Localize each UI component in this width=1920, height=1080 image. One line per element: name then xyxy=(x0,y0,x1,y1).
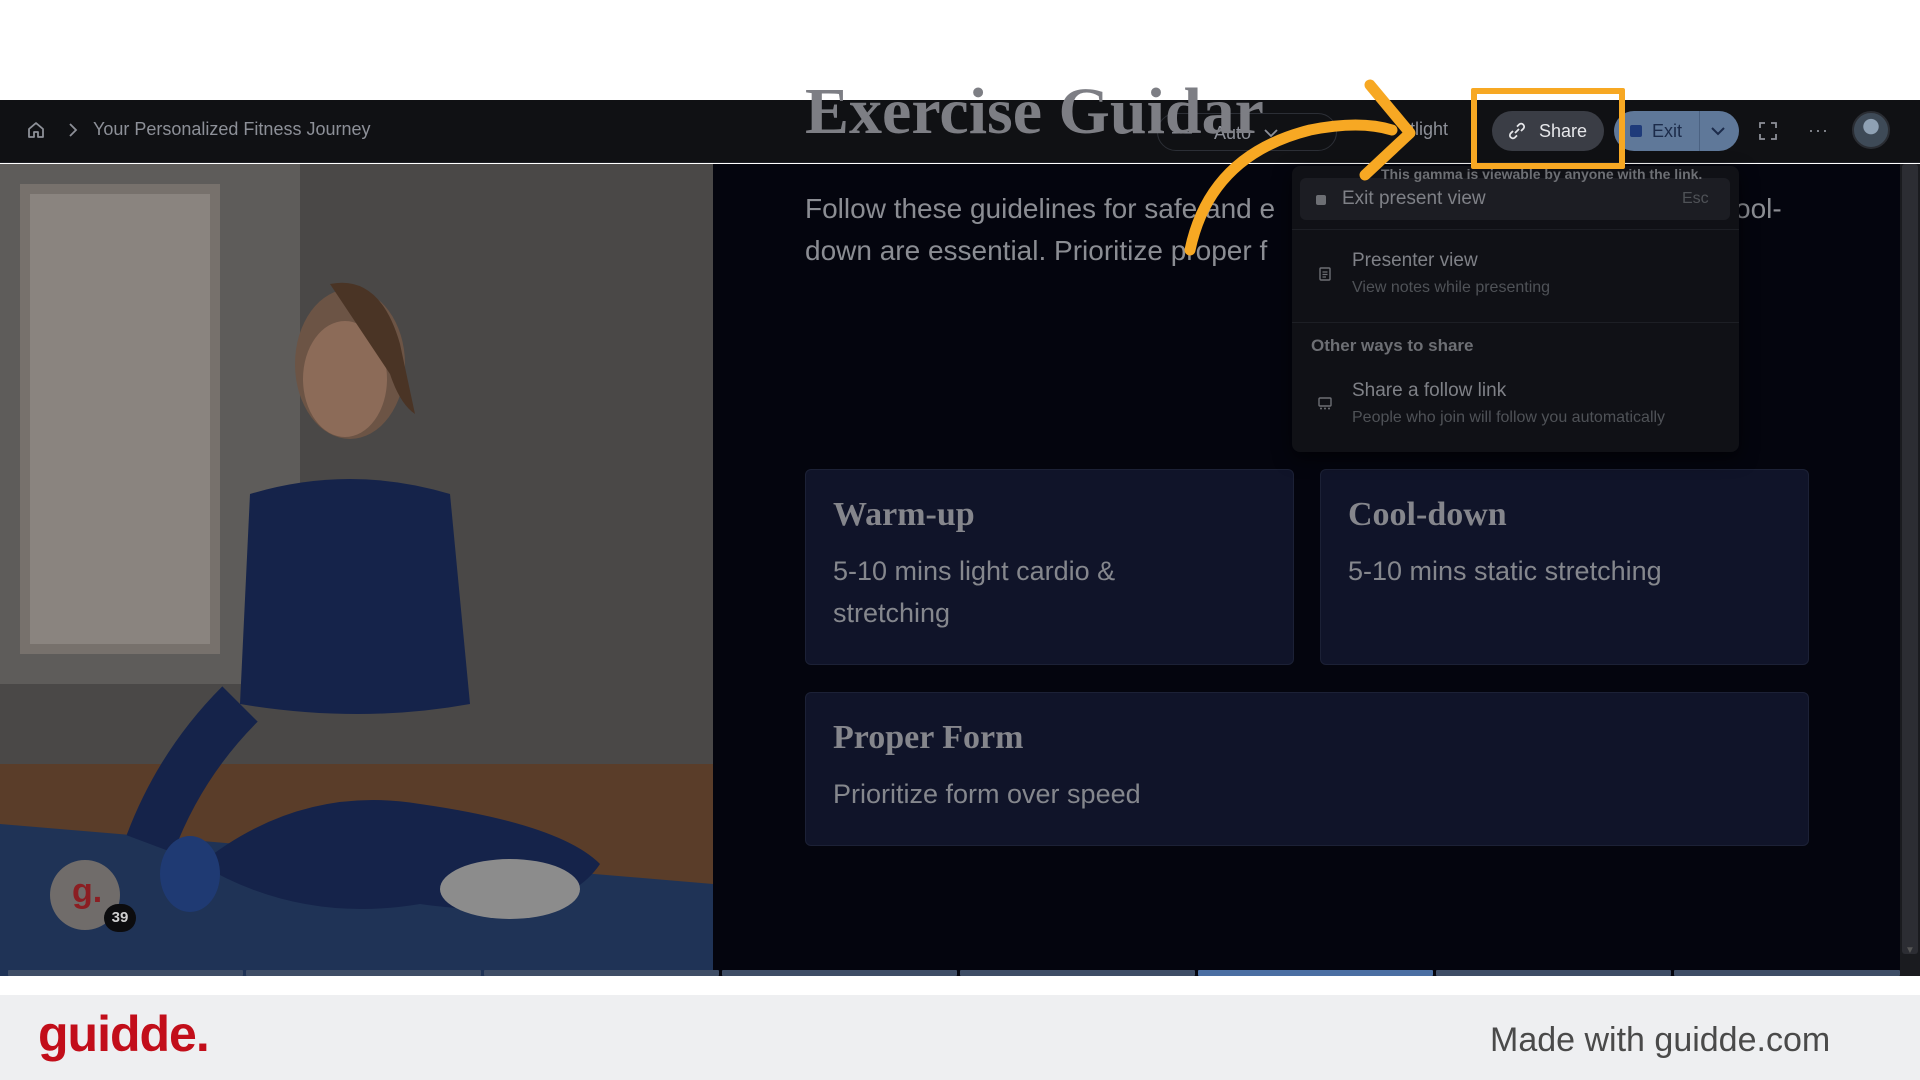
button-divider xyxy=(1699,111,1700,151)
share-highlight-box xyxy=(1471,88,1625,169)
menu-item-subtitle: People who join will follow you automati… xyxy=(1352,409,1666,426)
progress-segment[interactable] xyxy=(484,970,719,976)
chevron-down-icon[interactable] xyxy=(1709,122,1727,140)
more-icon[interactable]: ··· xyxy=(1808,120,1832,140)
card-body: 5-10 mins static stretching xyxy=(1348,556,1662,586)
step-count-badge: 39 xyxy=(104,904,136,932)
progress-segment[interactable] xyxy=(1436,970,1671,976)
made-with-label: Made with guidde.com xyxy=(1490,1021,1831,1059)
intro-line-1-tail: ool- xyxy=(1735,193,1782,224)
home-icon[interactable] xyxy=(26,120,46,140)
exit-button[interactable]: Exit xyxy=(1614,111,1739,151)
pointer-arrow-icon xyxy=(1184,79,1416,256)
fullscreen-icon[interactable] xyxy=(1759,122,1777,140)
slide-image: g. 39 xyxy=(0,164,713,976)
progress-segment[interactable] xyxy=(1674,970,1900,976)
scrollbar-thumb[interactable] xyxy=(1902,164,1918,954)
presenter-notes-icon xyxy=(1319,267,1331,281)
screen: Your Personalized Fitness Journey — Auto… xyxy=(0,0,1920,1080)
card-cool-down: Cool-down 5-10 mins static stretching xyxy=(1320,469,1809,665)
slide-progress xyxy=(8,970,1900,978)
card-proper-form: Proper Form Prioritize form over speed xyxy=(805,692,1809,846)
card-body: 5-10 mins light cardio & stretching xyxy=(833,556,1116,628)
card-title: Proper Form xyxy=(833,719,1024,756)
progress-segment[interactable] xyxy=(722,970,957,976)
card-title: Warm-up xyxy=(833,496,975,533)
stop-icon xyxy=(1630,125,1642,137)
chevron-right-icon xyxy=(69,123,78,137)
follow-link-icon xyxy=(1318,397,1332,410)
menu-item-subtitle: View notes while presenting xyxy=(1352,279,1551,296)
footer: guidde. Made with guidde.com xyxy=(0,995,1920,1080)
shortcut-label: Esc xyxy=(1682,190,1709,207)
card-title: Cool-down xyxy=(1348,496,1507,533)
menu-divider xyxy=(1292,322,1739,323)
card-body: Prioritize form over speed xyxy=(833,779,1141,809)
progress-segment[interactable] xyxy=(246,970,481,976)
scroll-down-icon[interactable]: ▼ xyxy=(1903,945,1917,959)
section-label: Other ways to share xyxy=(1311,336,1474,355)
guidde-logo: guidde. xyxy=(38,1006,210,1062)
avatar[interactable] xyxy=(1852,111,1890,149)
guidde-badge-letter: g. xyxy=(72,872,103,910)
woman-stretching-image xyxy=(0,164,713,976)
card-warm-up: Warm-up 5-10 mins light cardio & stretch… xyxy=(805,469,1294,665)
progress-segment-active[interactable] xyxy=(1198,970,1433,976)
progress-segment[interactable] xyxy=(8,970,243,976)
menu-item-share-follow-link[interactable]: Share a follow link xyxy=(1352,380,1506,402)
exit-label: Exit xyxy=(1652,121,1683,141)
progress-segment[interactable] xyxy=(960,970,1195,976)
breadcrumb-title[interactable]: Your Personalized Fitness Journey xyxy=(93,119,371,140)
